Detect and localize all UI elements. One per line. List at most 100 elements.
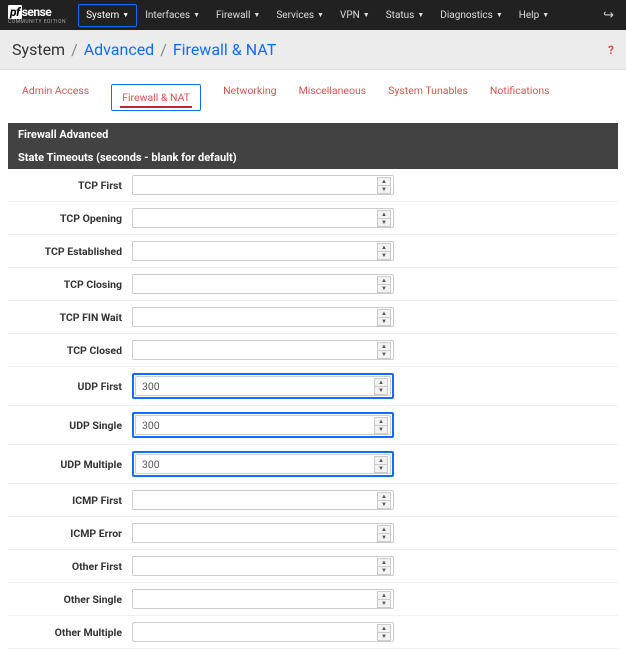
section-header-state-timeouts: State Timeouts (seconds - blank for defa… bbox=[8, 146, 618, 169]
form-row: UDP Multiple300▲▼ bbox=[8, 445, 618, 484]
spinner-up-icon[interactable]: ▲ bbox=[377, 177, 391, 185]
spinner-up-icon[interactable]: ▲ bbox=[377, 243, 391, 251]
form-label: TCP Closing bbox=[12, 278, 132, 291]
spinner-buttons: ▲▼ bbox=[374, 378, 388, 394]
other-multiple-input[interactable]: ▲▼ bbox=[132, 622, 394, 642]
tab-notifications[interactable]: Notifications bbox=[490, 84, 550, 111]
form-label: UDP Single bbox=[12, 419, 132, 432]
spinner-down-icon[interactable]: ▼ bbox=[374, 464, 388, 473]
spinner-up-icon[interactable]: ▲ bbox=[374, 456, 388, 464]
tab-miscellaneous[interactable]: Miscellaneous bbox=[299, 84, 367, 111]
tab-system-tunables[interactable]: System Tunables bbox=[388, 84, 468, 111]
nav-item-firewall[interactable]: Firewall▼ bbox=[208, 4, 268, 27]
input-value: 300 bbox=[142, 380, 368, 393]
spinner-down-icon[interactable]: ▼ bbox=[377, 632, 391, 641]
icmp-error-input[interactable]: ▲▼ bbox=[132, 523, 394, 543]
form-label: TCP Established bbox=[12, 245, 132, 258]
spinner-up-icon[interactable]: ▲ bbox=[374, 417, 388, 425]
spinner-up-icon[interactable]: ▲ bbox=[377, 558, 391, 566]
tcp-established-input[interactable]: ▲▼ bbox=[132, 241, 394, 261]
spinner-up-icon[interactable]: ▲ bbox=[377, 624, 391, 632]
spinner-up-icon[interactable]: ▲ bbox=[377, 276, 391, 284]
caret-down-icon: ▼ bbox=[253, 11, 260, 19]
nav-item-services[interactable]: Services▼ bbox=[268, 4, 332, 27]
form-row: ICMP First▲▼ bbox=[8, 484, 618, 517]
form-row: Other Multiple▲▼ bbox=[8, 616, 618, 649]
input-wrap: ▲▼ bbox=[132, 556, 394, 576]
spinner-up-icon[interactable]: ▲ bbox=[377, 591, 391, 599]
input-wrap: ▲▼ bbox=[132, 241, 394, 261]
udp-first-input[interactable]: 300 ▲▼ bbox=[135, 376, 391, 396]
spinner-down-icon[interactable]: ▼ bbox=[377, 284, 391, 293]
spinner-up-icon[interactable]: ▲ bbox=[377, 309, 391, 317]
help-icon[interactable]: ? bbox=[608, 43, 614, 57]
top-navbar: pfsense COMMUNITY EDITION System▼Interfa… bbox=[0, 0, 626, 30]
form-area: TCP First▲▼TCP Opening▲▼TCP Established▲… bbox=[8, 169, 618, 649]
other-single-input[interactable]: ▲▼ bbox=[132, 589, 394, 609]
spinner-up-icon[interactable]: ▲ bbox=[377, 492, 391, 500]
spinner-down-icon[interactable]: ▼ bbox=[377, 500, 391, 509]
tab-networking[interactable]: Networking bbox=[223, 84, 277, 111]
nav-item-help[interactable]: Help▼ bbox=[511, 4, 557, 27]
nav-item-system[interactable]: System▼ bbox=[78, 4, 137, 27]
spinner-down-icon[interactable]: ▼ bbox=[374, 386, 388, 395]
breadcrumb-mid[interactable]: Advanced bbox=[84, 40, 155, 59]
spinner-buttons: ▲▼ bbox=[377, 591, 391, 607]
nav-item-status[interactable]: Status▼ bbox=[378, 4, 433, 27]
breadcrumb-leaf[interactable]: Firewall & NAT bbox=[173, 40, 276, 59]
udp-single-input[interactable]: 300 ▲▼ bbox=[135, 415, 391, 435]
tcp-closed-input[interactable]: ▲▼ bbox=[132, 340, 394, 360]
breadcrumb: System / Advanced / Firewall & NAT bbox=[12, 40, 276, 59]
tcp-first-input[interactable]: ▲▼ bbox=[132, 175, 394, 195]
nav-item-label: Firewall bbox=[216, 10, 250, 21]
spinner-buttons: ▲▼ bbox=[377, 243, 391, 259]
nav-item-interfaces[interactable]: Interfaces▼ bbox=[137, 4, 208, 27]
spinner-down-icon[interactable]: ▼ bbox=[377, 533, 391, 542]
spinner-buttons: ▲▼ bbox=[377, 525, 391, 541]
spinner-up-icon[interactable]: ▲ bbox=[377, 342, 391, 350]
input-wrap: 300 ▲▼ bbox=[132, 373, 394, 399]
spinner-buttons: ▲▼ bbox=[377, 309, 391, 325]
logout-icon[interactable]: ↪ bbox=[599, 8, 618, 23]
form-row: TCP Closing▲▼ bbox=[8, 268, 618, 301]
spinner-up-icon[interactable]: ▲ bbox=[374, 378, 388, 386]
form-label: ICMP First bbox=[12, 494, 132, 507]
spinner-down-icon[interactable]: ▼ bbox=[377, 317, 391, 326]
form-label: Other First bbox=[12, 560, 132, 573]
form-row: UDP First 300 ▲▼ bbox=[8, 367, 618, 406]
form-label: UDP First bbox=[12, 380, 132, 393]
tcp-closing-input[interactable]: ▲▼ bbox=[132, 274, 394, 294]
tab-firewall-nat[interactable]: Firewall & NAT bbox=[111, 84, 201, 111]
spinner-down-icon[interactable]: ▼ bbox=[377, 566, 391, 575]
input-value: 300 bbox=[142, 419, 368, 432]
spinner-down-icon[interactable]: ▼ bbox=[377, 350, 391, 359]
form-label: TCP First bbox=[12, 179, 132, 192]
spinner-buttons: ▲▼ bbox=[374, 417, 388, 433]
other-first-input[interactable]: ▲▼ bbox=[132, 556, 394, 576]
form-label: TCP Closed bbox=[12, 344, 132, 357]
icmp-first-input[interactable]: ▲▼ bbox=[132, 490, 394, 510]
form-label: UDP Multiple bbox=[12, 458, 132, 471]
spinner-down-icon[interactable]: ▼ bbox=[377, 185, 391, 194]
form-row: TCP FIN Wait▲▼ bbox=[8, 301, 618, 334]
input-wrap: ▲▼ bbox=[132, 523, 394, 543]
spinner-down-icon[interactable]: ▼ bbox=[377, 599, 391, 608]
form-row: TCP First▲▼ bbox=[8, 169, 618, 202]
input-wrap: ▲▼ bbox=[132, 208, 394, 228]
logo: pfsense COMMUNITY EDITION bbox=[8, 5, 66, 25]
nav-item-diagnostics[interactable]: Diagnostics▼ bbox=[432, 4, 510, 27]
udp-multiple-input[interactable]: 300▲▼ bbox=[135, 454, 391, 474]
tcp-fin-wait-input[interactable]: ▲▼ bbox=[132, 307, 394, 327]
nav-item-vpn[interactable]: VPN▼ bbox=[332, 4, 378, 27]
spinner-up-icon[interactable]: ▲ bbox=[377, 525, 391, 533]
spinner-down-icon[interactable]: ▼ bbox=[377, 251, 391, 260]
caret-down-icon: ▼ bbox=[122, 11, 129, 19]
tcp-opening-input[interactable]: ▲▼ bbox=[132, 208, 394, 228]
form-row: Other First▲▼ bbox=[8, 550, 618, 583]
spinner-buttons: ▲▼ bbox=[377, 210, 391, 226]
spinner-down-icon[interactable]: ▼ bbox=[377, 218, 391, 227]
tab-admin-access[interactable]: Admin Access bbox=[22, 84, 89, 111]
form-label: TCP Opening bbox=[12, 212, 132, 225]
spinner-down-icon[interactable]: ▼ bbox=[374, 425, 388, 434]
spinner-up-icon[interactable]: ▲ bbox=[377, 210, 391, 218]
